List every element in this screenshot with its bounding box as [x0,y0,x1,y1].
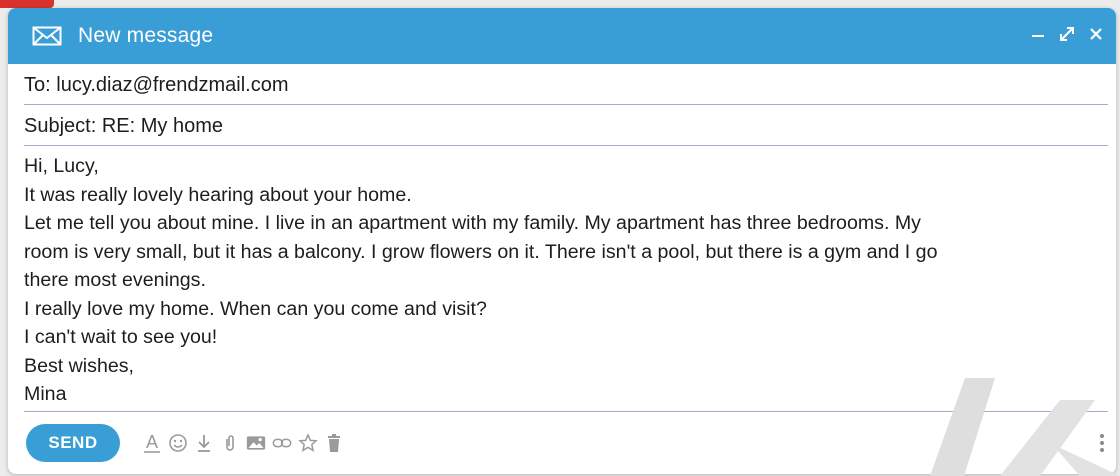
download-icon[interactable] [194,432,214,454]
send-button[interactable]: SEND [26,424,120,462]
body-line: Let me tell you about mine. I live in an… [24,212,921,234]
window-controls [1030,25,1104,47]
trash-icon[interactable] [324,432,344,454]
body-line: It was really lovely hearing about your … [24,183,412,206]
compose-toolbar: SEND A [8,412,1116,474]
compose-window: New message To: lucy.diaz@frendzmail.com… [8,8,1116,474]
formatting-tools: A [142,432,344,454]
star-icon[interactable] [298,432,318,454]
title-bar: New message [8,8,1116,64]
body-line: I really love my home. When can you come… [24,297,487,320]
to-field[interactable]: To: lucy.diaz@frendzmail.com [24,64,1108,105]
subject-field[interactable]: Subject: RE: My home [24,105,1108,146]
window-title: New message [78,24,214,47]
text-format-icon[interactable]: A [142,432,162,454]
body-line: room is very small, but it has a balcony… [24,240,938,263]
to-value[interactable]: lucy.diaz@frendzmail.com [56,74,288,96]
close-icon[interactable] [1088,26,1104,46]
body-line: there most evenings. [24,269,206,291]
subject-value[interactable]: RE: My home [102,115,223,137]
envelope-icon [32,26,62,46]
emoji-icon[interactable] [168,432,188,454]
to-label: To: [24,74,57,96]
message-body[interactable]: Hi, Lucy, It was really lovely hearing a… [24,146,1108,412]
corner-tab [0,0,54,8]
body-line: Mina [24,383,67,405]
attachment-icon[interactable] [220,432,240,454]
minimize-icon[interactable] [1030,26,1046,46]
link-icon[interactable] [272,432,292,454]
body-line: Best wishes, [24,354,134,377]
body-line: I can't wait to see you! [24,326,218,348]
text-format-glyph: A [146,432,158,452]
body-line: Hi, Lucy, [24,155,99,177]
image-icon[interactable] [246,432,266,454]
expand-icon[interactable] [1058,25,1076,47]
subject-label: Subject: [24,115,102,137]
more-options-icon[interactable] [1100,434,1104,452]
